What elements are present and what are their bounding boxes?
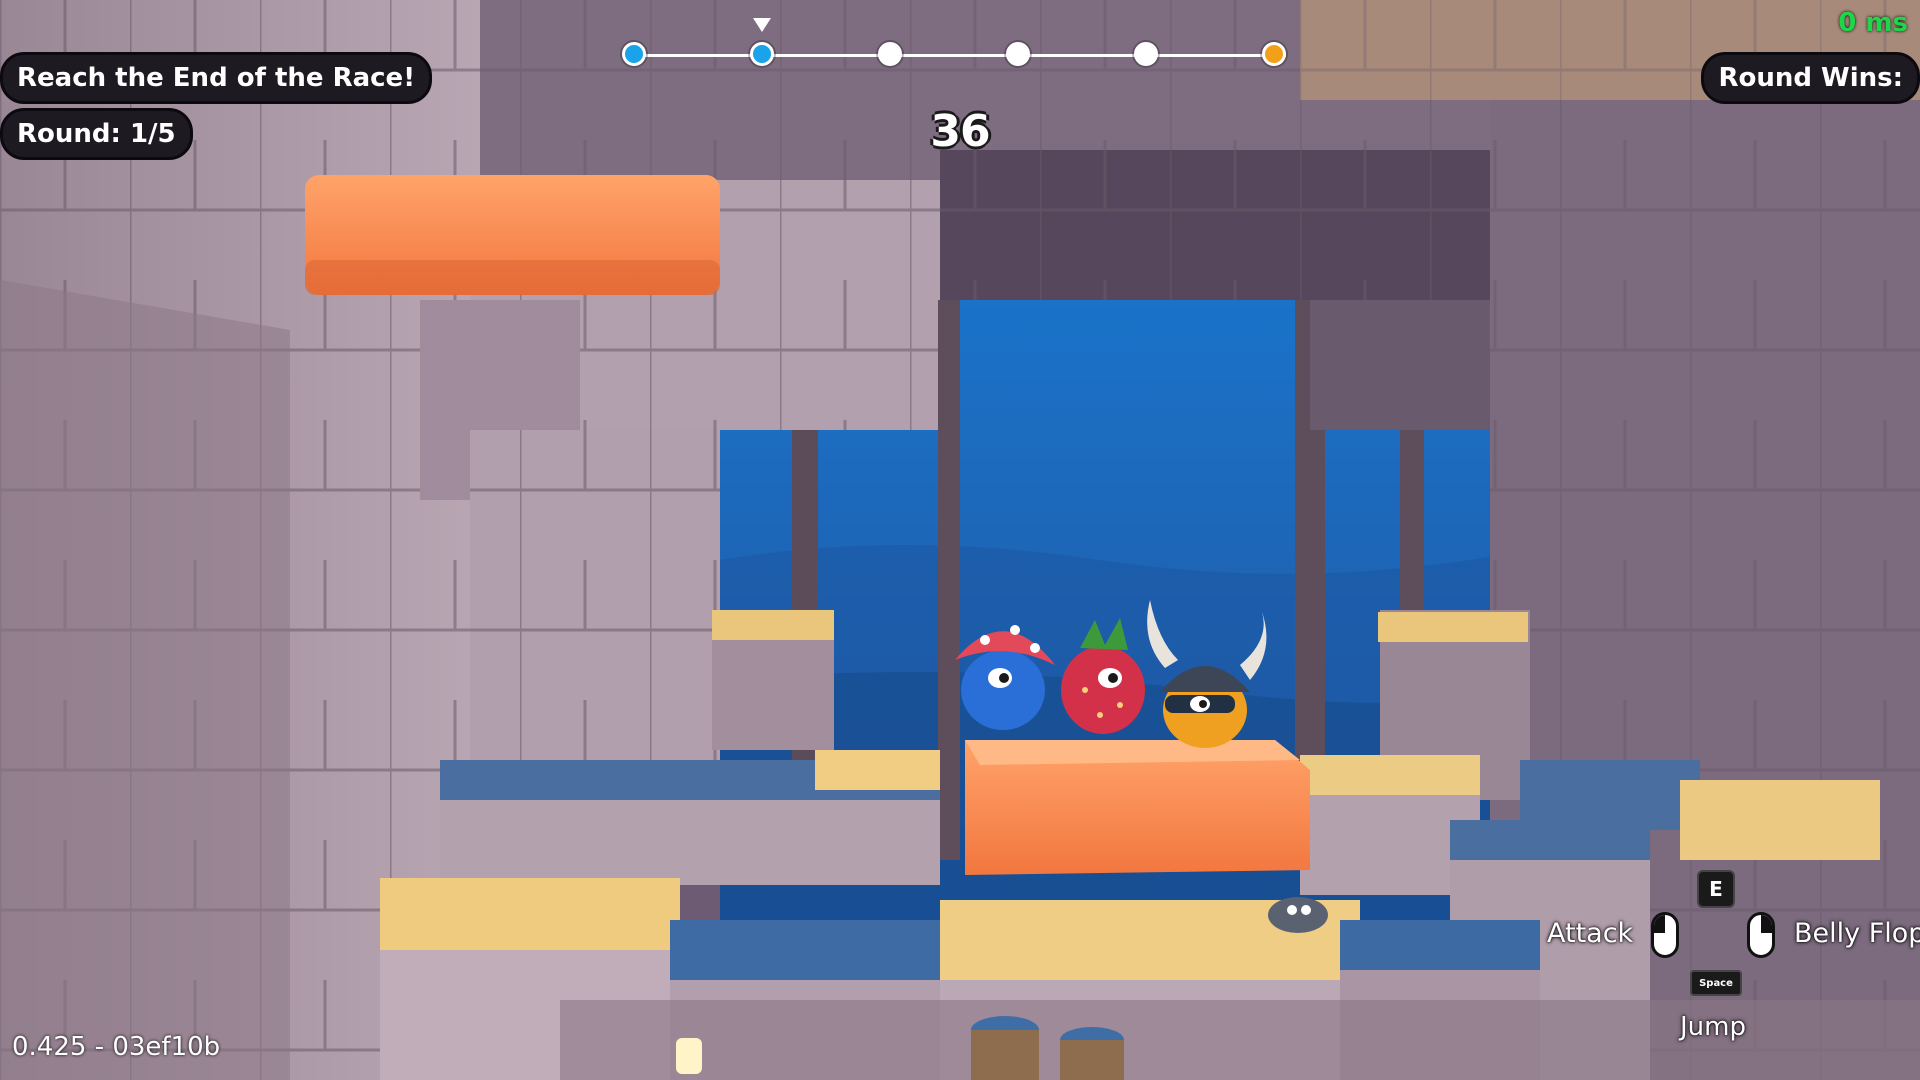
jump-label: Jump — [1680, 1012, 1746, 1042]
round-counter: Round: 1/5 — [0, 108, 193, 160]
progress-track — [634, 54, 1286, 57]
belly-flop-label: Belly Flop — [1794, 918, 1920, 949]
objective-text: Reach the End of the Race! — [17, 63, 416, 93]
attack-label: Attack — [1547, 918, 1634, 949]
race-progress-bar — [620, 18, 1300, 88]
checkpoint-node — [1006, 42, 1030, 66]
player-position-marker — [753, 18, 771, 32]
left-mouse-icon — [1651, 912, 1679, 958]
checkpoint-node — [878, 42, 902, 66]
jump-key-hint: Space — [1690, 970, 1742, 996]
round-wins-panel: Round Wins: — [1701, 52, 1920, 104]
spiky-blob-creature — [1268, 897, 1328, 933]
attack-key-hint: E — [1697, 870, 1735, 908]
objective-banner: Reach the End of the Race! — [0, 52, 433, 104]
right-mouse-icon — [1747, 912, 1775, 958]
checkpoint-node — [750, 42, 774, 66]
checkpoint-node — [1134, 42, 1158, 66]
ping-readout: 0 ms — [1838, 8, 1908, 38]
checkpoint-node — [622, 42, 646, 66]
race-timer: 36 — [930, 106, 990, 157]
finish-checkpoint — [1262, 42, 1286, 66]
round-text: Round: 1/5 — [17, 119, 176, 149]
build-version: 0.425 - 03ef10b — [12, 1032, 221, 1062]
round-wins-text: Round Wins: — [1718, 63, 1903, 93]
